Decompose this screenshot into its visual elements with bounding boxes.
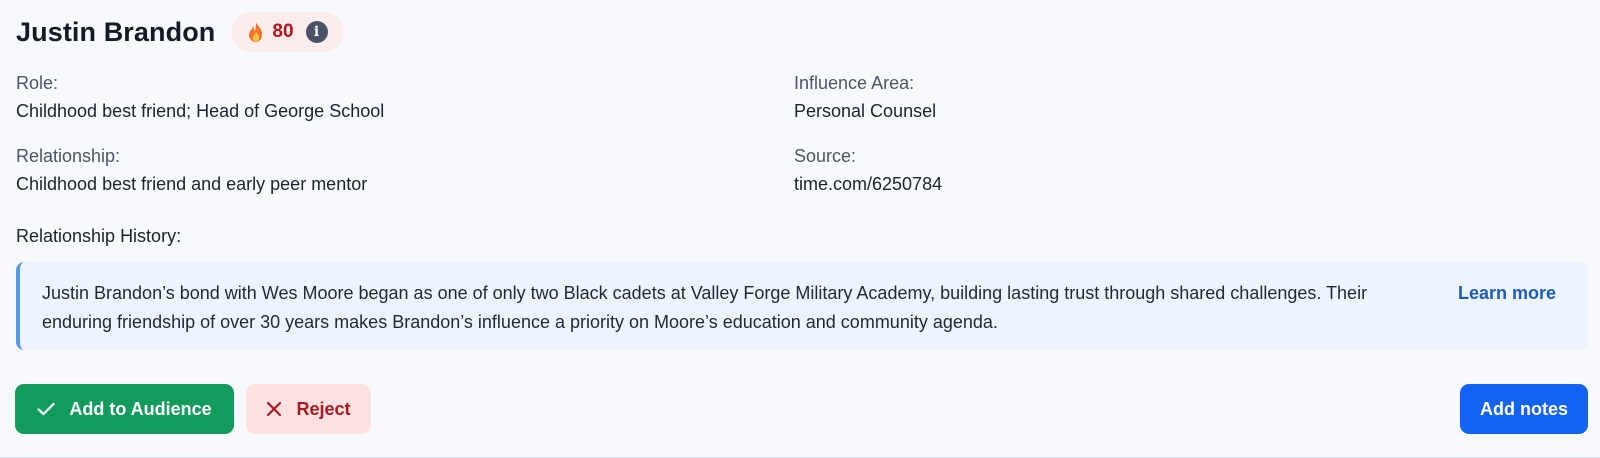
contact-name: Justin Brandon: [16, 16, 216, 47]
info-icon[interactable]: i: [305, 21, 328, 43]
close-icon: [267, 401, 282, 417]
contact-card: Justin Brandon 80 i Role: Childhood best…: [0, 0, 1600, 458]
relationship-label: Relationship:: [16, 146, 121, 166]
add-notes-button[interactable]: Add notes: [1460, 384, 1588, 434]
score-value: 80: [272, 21, 294, 42]
relationship-history-box: Justin Brandon’s bond with Wes Moore beg…: [16, 262, 1588, 350]
score-badge: 80 i: [231, 12, 344, 52]
influence-area-value: Personal Counsel: [794, 101, 937, 121]
add-to-audience-button[interactable]: Add to Audience: [15, 384, 234, 434]
fire-icon: [247, 21, 265, 43]
relationship-history-title: Relationship History:: [16, 226, 182, 246]
card-header: Justin Brandon 80 i: [16, 12, 344, 52]
influence-area-label: Influence Area:: [794, 73, 915, 93]
reject-button[interactable]: Reject: [246, 384, 371, 434]
add-to-audience-label: Add to Audience: [69, 398, 212, 419]
learn-more-link[interactable]: Learn more: [1458, 279, 1556, 308]
role-value: Childhood best friend; Head of George Sc…: [16, 101, 385, 121]
relationship-history-text: Justin Brandon’s bond with Wes Moore beg…: [42, 283, 1368, 332]
relationship-value: Childhood best friend and early peer men…: [16, 174, 368, 194]
reject-label: Reject: [296, 398, 351, 419]
role-label: Role:: [16, 73, 59, 93]
source-label: Source:: [794, 146, 857, 166]
check-icon: [37, 402, 55, 416]
source-value: time.com/6250784: [794, 174, 943, 194]
